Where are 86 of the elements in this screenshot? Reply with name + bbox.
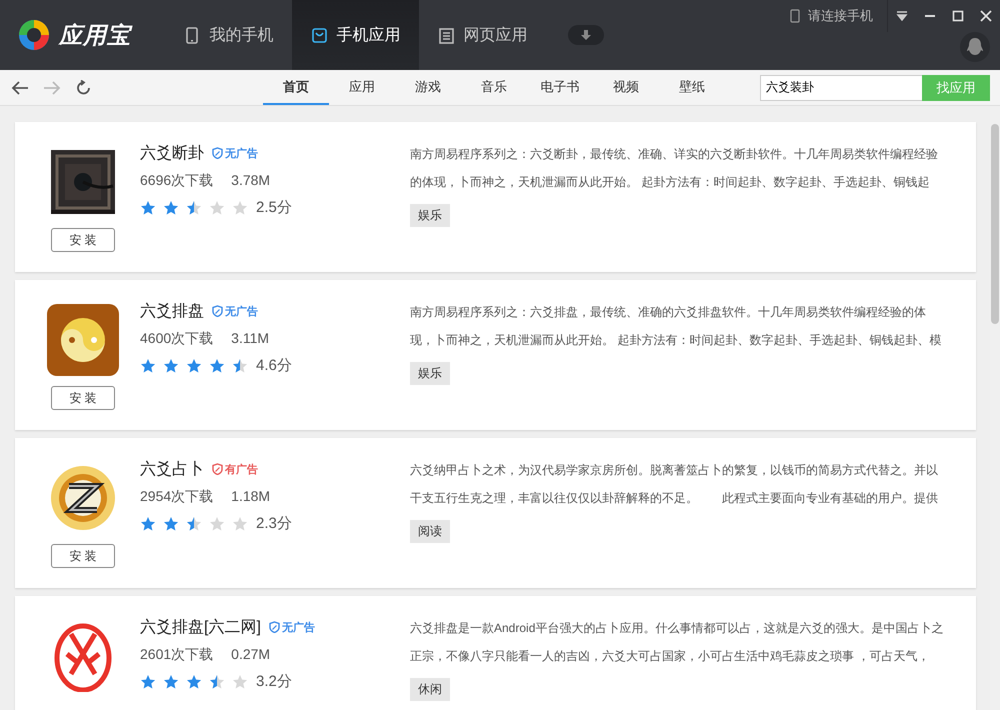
- scrollbar-thumb[interactable]: [991, 124, 999, 324]
- main-tab[interactable]: 我的手机: [165, 0, 292, 70]
- file-size: 3.11M: [231, 330, 270, 348]
- download-button[interactable]: [568, 25, 604, 45]
- category-tab[interactable]: 应用: [329, 70, 395, 105]
- app-name[interactable]: 六爻占卜: [140, 458, 204, 480]
- star-icon: [163, 358, 179, 374]
- ad-label: 有广告: [212, 462, 258, 476]
- main-tab[interactable]: 网页应用: [419, 0, 546, 70]
- app-name[interactable]: 六爻排盘: [140, 300, 204, 322]
- star-icon: [209, 358, 225, 374]
- star-icon: [186, 516, 202, 532]
- file-size: 1.18M: [231, 488, 270, 506]
- refresh-icon: [76, 80, 92, 96]
- install-button[interactable]: 安 装: [51, 544, 115, 568]
- shopping-bag-icon: [310, 26, 328, 44]
- app-description: 六爻排盘是一款Android平台强大的占卜应用。什么事情都可以占，这就是六爻的强大。是中国占卜之正宗，不像八字只能看一人的吉凶，六爻大可占国家，小可占生活中鸡毛蒜皮之琐事 ，可占天气，: [410, 620, 944, 665]
- star-icon: [163, 200, 179, 216]
- avatar-icon: [966, 37, 984, 57]
- star-icon: [140, 516, 156, 532]
- ad-label: 无广告: [212, 304, 258, 318]
- star-icon: [163, 674, 179, 690]
- app-icon: [47, 304, 119, 376]
- rating-score: 4.6分: [256, 356, 292, 375]
- star-icon: [186, 358, 202, 374]
- star-icon: [163, 516, 179, 532]
- file-size: 3.78M: [231, 172, 270, 190]
- shield-icon: [268, 621, 280, 633]
- ad-label: 无广告: [268, 620, 315, 634]
- category-tab[interactable]: 壁纸: [659, 70, 725, 105]
- dropdown-icon: [896, 11, 908, 21]
- star-icon: [232, 200, 248, 216]
- rating-score: 2.3分: [256, 514, 292, 533]
- logo-icon: [17, 18, 51, 52]
- star-icon: [232, 516, 248, 532]
- download-count: 2601次下载: [140, 646, 214, 664]
- star-icon: [232, 674, 248, 690]
- category-tag[interactable]: 休闲: [410, 678, 450, 701]
- app-description: 南方周易程序系列之：六爻排盘，最传统、准确的六爻排盘软件。十几年周易类软件编程经验的体现，卜而神之，天机泄漏而从此开始。 起卦方法有：时间起卦、数字起卦、手选起卦、铜钱起卦、模: [410, 304, 942, 349]
- shield-icon: [212, 463, 223, 475]
- connect-phone-link[interactable]: 请连接手机: [790, 0, 888, 32]
- minimize-icon: [924, 15, 936, 17]
- shield-icon: [212, 147, 223, 159]
- close-icon: [980, 10, 992, 22]
- app-description: 六爻纳甲占卜之术，为汉代易学家京房所创。脱离蓍筮占卜的繁复，以钱币的简易方式代替之。并以干支五行生克之理，丰富以往仅仅以卦辞解释的不足。 此程式主要面向专业有基础的用户。提供: [410, 462, 939, 507]
- shield-icon: [212, 305, 223, 317]
- install-button[interactable]: 安 装: [51, 386, 115, 410]
- star-icon: [209, 200, 225, 216]
- rating-score: 3.2分: [256, 672, 292, 691]
- rating-score: 2.5分: [256, 198, 292, 217]
- main-tab[interactable]: 手机应用: [292, 0, 419, 70]
- search-field[interactable]: 六爻装卦: [760, 74, 922, 100]
- ad-label: 无广告: [212, 146, 258, 160]
- category-tab[interactable]: 电子书: [527, 70, 593, 105]
- maximize-icon: [952, 10, 964, 22]
- star-icon: [140, 200, 156, 216]
- category-tab[interactable]: 视频: [593, 70, 659, 105]
- star-icon: [232, 358, 248, 374]
- star-icon: [140, 358, 156, 374]
- category-tag[interactable]: 娱乐: [410, 204, 450, 227]
- category-tab[interactable]: 音乐: [461, 70, 527, 105]
- install-button[interactable]: 安 装: [51, 228, 115, 252]
- category-tag[interactable]: 娱乐: [410, 362, 450, 385]
- download-count: 2954次下载: [140, 488, 214, 506]
- star-icon: [209, 674, 225, 690]
- app-name[interactable]: 六爻断卦: [140, 142, 204, 164]
- category-tab[interactable]: 首页: [263, 70, 329, 105]
- star-icon: [209, 516, 225, 532]
- file-size: 0.27M: [231, 646, 270, 664]
- avatar-button[interactable]: [960, 32, 990, 62]
- document-icon: [438, 26, 454, 44]
- category-tag[interactable]: 阅读: [410, 520, 450, 543]
- download-count: 6696次下载: [140, 172, 214, 190]
- star-icon: [186, 674, 202, 690]
- app-name: 应用宝: [59, 20, 131, 50]
- star-icon: [140, 674, 156, 690]
- forward-arrow-icon: [43, 80, 61, 94]
- category-tab[interactable]: 游戏: [395, 70, 461, 105]
- phone-icon: [790, 9, 800, 23]
- phone-icon: [184, 26, 200, 44]
- app-name[interactable]: 六爻排盘[六二网]: [140, 616, 261, 638]
- app-description: 南方周易程序系列之：六爻断卦，最传统、准确、详实的六爻断卦软件。十几年周易类软件编程经验的体现，卜而神之，天机泄漏而从此开始。 起卦方法有：时间起卦、数字起卦、手选起卦、铜钱起: [410, 146, 939, 191]
- download-count: 4600次下载: [140, 330, 214, 348]
- download-icon: [580, 29, 592, 41]
- star-icon: [186, 200, 202, 216]
- back-arrow-icon: [11, 80, 29, 94]
